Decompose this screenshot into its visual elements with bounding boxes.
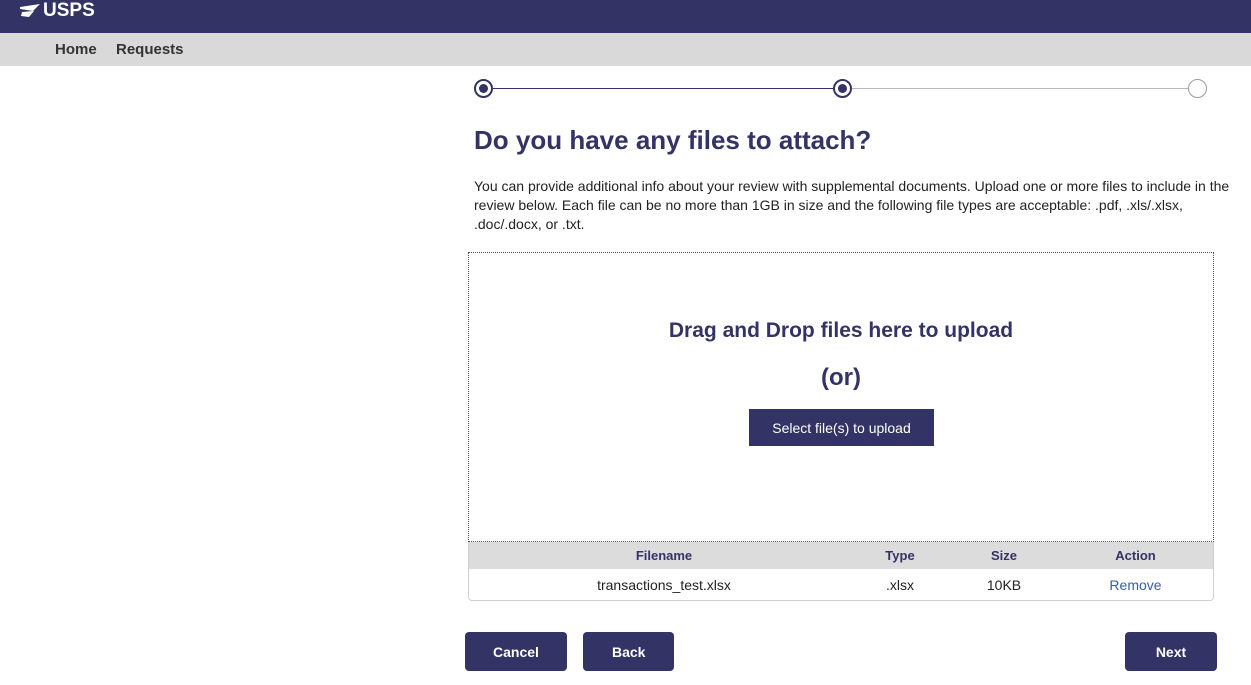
stepper-line-completed	[493, 88, 834, 89]
main-nav: Home Requests	[0, 33, 1251, 66]
top-header-bar: USPS	[0, 0, 1251, 33]
table-header: Filename Type Size Action	[469, 542, 1213, 569]
file-action-cell: Remove	[1059, 569, 1212, 600]
nav-item-home[interactable]: Home	[55, 41, 97, 58]
nav-item-requests[interactable]: Requests	[116, 41, 184, 58]
page-description: You can provide additional info about yo…	[474, 178, 1230, 232]
column-header-size: Size	[990, 548, 1017, 563]
cancel-button[interactable]: Cancel	[465, 632, 567, 671]
progress-stepper	[474, 78, 1211, 100]
dropzone-or-text: (or)	[821, 364, 861, 391]
step-3-indicator	[1188, 79, 1207, 98]
step-2-indicator	[833, 79, 852, 98]
back-button[interactable]: Back	[583, 632, 674, 671]
remove-file-link[interactable]: Remove	[1109, 577, 1161, 593]
page-title: Do you have any files to attach?	[474, 125, 872, 155]
select-files-button[interactable]: Select file(s) to upload	[749, 409, 934, 446]
uploaded-files-table: Filename Type Size Action transactions_t…	[468, 542, 1214, 601]
step-1-indicator	[474, 79, 493, 98]
file-name-cell: transactions_test.xlsx	[597, 576, 731, 593]
next-button[interactable]: Next	[1125, 632, 1217, 671]
column-header-filename: Filename	[635, 548, 693, 563]
eagle-logo-icon	[20, 4, 40, 18]
table-row: transactions_test.xlsx .xlsx 10KB Remove	[469, 569, 1213, 600]
usps-logo[interactable]: USPS	[20, 0, 95, 22]
stepper-line-upcoming	[852, 88, 1189, 89]
dropzone-title: Drag and Drop files here to upload	[668, 319, 1014, 342]
column-header-action: Action	[1115, 548, 1156, 563]
file-dropzone[interactable]: Drag and Drop files here to upload (or) …	[468, 252, 1214, 542]
file-size-cell: 10KB	[986, 576, 1022, 593]
logo-text: USPS	[43, 0, 95, 21]
